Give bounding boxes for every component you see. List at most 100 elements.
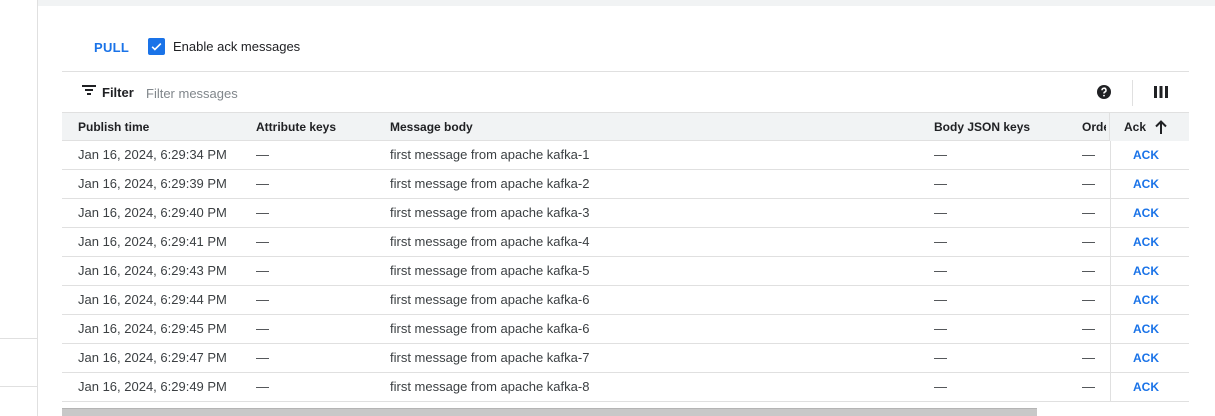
- cell-attribute-keys: —: [256, 176, 269, 191]
- cell-publish-time: Jan 16, 2024, 6:29:40 PM: [78, 205, 227, 220]
- cell-ordering-key: —: [1082, 292, 1095, 307]
- toolbar-divider: [1132, 80, 1133, 106]
- cell-body-json-keys: —: [934, 292, 947, 307]
- cell-body-json-keys: —: [934, 350, 947, 365]
- filter-button[interactable]: Filter: [82, 83, 134, 101]
- ack-button[interactable]: ACK: [1133, 199, 1159, 227]
- cell-publish-time: Jan 16, 2024, 6:29:44 PM: [78, 292, 227, 307]
- table-header-row: Publish time Attribute keys Message body…: [62, 112, 1189, 141]
- cell-ordering-key: —: [1082, 234, 1095, 249]
- cell-publish-time: Jan 16, 2024, 6:29:41 PM: [78, 234, 227, 249]
- cell-message-body: first message from apache kafka-5: [390, 263, 590, 278]
- cell-attribute-keys: —: [256, 263, 269, 278]
- table-body: Jan 16, 2024, 6:29:34 PM — first message f…: [62, 141, 1189, 402]
- ack-button[interactable]: ACK: [1133, 141, 1159, 169]
- cell-attribute-keys: —: [256, 292, 269, 307]
- ack-button[interactable]: ACK: [1133, 170, 1159, 198]
- enable-ack-label: Enable ack messages: [173, 39, 301, 54]
- table-row: Jan 16, 2024, 6:29:34 PM — first message f…: [62, 141, 1189, 170]
- ack-cell: ACK: [1110, 344, 1189, 372]
- checkbox-checked-icon[interactable]: [148, 38, 165, 55]
- top-strip: [0, 0, 1215, 6]
- horizontal-scrollbar[interactable]: [62, 408, 1037, 416]
- ack-button[interactable]: ACK: [1133, 373, 1159, 401]
- cell-ordering-key: —: [1082, 321, 1095, 336]
- filter-list-icon: [82, 83, 96, 101]
- table-row: Jan 16, 2024, 6:29:49 PM — first message f…: [62, 373, 1189, 402]
- rail-divider: [0, 386, 38, 387]
- cell-attribute-keys: —: [256, 379, 269, 394]
- cell-attribute-keys: —: [256, 350, 269, 365]
- cell-ordering-key: —: [1082, 176, 1095, 191]
- table-row: Jan 16, 2024, 6:29:41 PM — first message f…: [62, 228, 1189, 257]
- cell-publish-time: Jan 16, 2024, 6:29:47 PM: [78, 350, 227, 365]
- cell-body-json-keys: —: [934, 147, 947, 162]
- table-row: Jan 16, 2024, 6:29:40 PM — first message f…: [62, 199, 1189, 228]
- ack-button[interactable]: ACK: [1133, 228, 1159, 256]
- table-row: Jan 16, 2024, 6:29:47 PM — first message f…: [62, 344, 1189, 373]
- ack-cell: ACK: [1110, 228, 1189, 256]
- cell-ordering-key: —: [1082, 205, 1095, 220]
- ack-cell: ACK: [1110, 373, 1189, 401]
- cell-message-body: first message from apache kafka-4: [390, 234, 590, 249]
- ack-cell: ACK: [1110, 170, 1189, 198]
- cell-attribute-keys: —: [256, 321, 269, 336]
- ack-cell: ACK: [1110, 199, 1189, 227]
- ack-button[interactable]: ACK: [1133, 315, 1159, 343]
- filter-bar: Filter: [62, 71, 1189, 113]
- rail-divider: [0, 338, 38, 339]
- filter-label: Filter: [102, 84, 134, 100]
- table-row: Jan 16, 2024, 6:29:39 PM — first message f…: [62, 170, 1189, 199]
- cell-ordering-key: —: [1082, 263, 1095, 278]
- header-ordering-key[interactable]: Orde: [1082, 113, 1106, 141]
- header-attribute-keys[interactable]: Attribute keys: [256, 113, 376, 141]
- cell-body-json-keys: —: [934, 263, 947, 278]
- enable-ack-checkbox[interactable]: Enable ack messages: [148, 38, 300, 55]
- cell-body-json-keys: —: [934, 321, 947, 336]
- header-ack[interactable]: Ack: [1124, 113, 1146, 141]
- cell-ordering-key: —: [1082, 147, 1095, 162]
- pull-button[interactable]: PULL: [86, 32, 137, 62]
- cell-body-json-keys: —: [934, 234, 947, 249]
- help-circle-icon[interactable]: [1096, 84, 1112, 100]
- left-nav-rail: [0, 0, 38, 416]
- cell-body-json-keys: —: [934, 379, 947, 394]
- table-row: Jan 16, 2024, 6:29:44 PM — first message f…: [62, 286, 1189, 315]
- cell-message-body: first message from apache kafka-7: [390, 350, 590, 365]
- cell-message-body: first message from apache kafka-2: [390, 176, 590, 191]
- ack-cell: ACK: [1110, 315, 1189, 343]
- cell-attribute-keys: —: [256, 205, 269, 220]
- table-row: Jan 16, 2024, 6:29:43 PM — first message f…: [62, 257, 1189, 286]
- table-row: Jan 16, 2024, 6:29:45 PM — first message f…: [62, 315, 1189, 344]
- filter-messages-input[interactable]: [146, 82, 846, 104]
- header-body-json-keys[interactable]: Body JSON keys: [934, 113, 1074, 141]
- cell-body-json-keys: —: [934, 205, 947, 220]
- cell-message-body: first message from apache kafka-3: [390, 205, 590, 220]
- cell-publish-time: Jan 16, 2024, 6:29:43 PM: [78, 263, 227, 278]
- cell-message-body: first message from apache kafka-1: [390, 147, 590, 162]
- cell-ordering-key: —: [1082, 350, 1095, 365]
- ack-button[interactable]: ACK: [1133, 257, 1159, 285]
- cell-ordering-key: —: [1082, 379, 1095, 394]
- cell-publish-time: Jan 16, 2024, 6:29:45 PM: [78, 321, 227, 336]
- messages-table: Publish time Attribute keys Message body…: [62, 112, 1189, 403]
- header-publish-time[interactable]: Publish time: [78, 113, 248, 141]
- cell-message-body: first message from apache kafka-6: [390, 321, 590, 336]
- cell-publish-time: Jan 16, 2024, 6:29:34 PM: [78, 147, 227, 162]
- ack-cell: ACK: [1110, 257, 1189, 285]
- ack-button[interactable]: ACK: [1133, 286, 1159, 314]
- cell-publish-time: Jan 16, 2024, 6:29:39 PM: [78, 176, 227, 191]
- cell-attribute-keys: —: [256, 147, 269, 162]
- ack-button[interactable]: ACK: [1133, 344, 1159, 372]
- cell-attribute-keys: —: [256, 234, 269, 249]
- cell-message-body: first message from apache kafka-8: [390, 379, 590, 394]
- cell-message-body: first message from apache kafka-6: [390, 292, 590, 307]
- header-message-body[interactable]: Message body: [390, 113, 910, 141]
- ack-cell: ACK: [1110, 286, 1189, 314]
- arrow-up-icon[interactable]: [1154, 120, 1168, 140]
- cell-publish-time: Jan 16, 2024, 6:29:49 PM: [78, 379, 227, 394]
- header-ack-cell[interactable]: Ack: [1109, 113, 1189, 141]
- ack-cell: ACK: [1110, 141, 1189, 169]
- cell-body-json-keys: —: [934, 176, 947, 191]
- column-display-icon[interactable]: [1153, 85, 1169, 101]
